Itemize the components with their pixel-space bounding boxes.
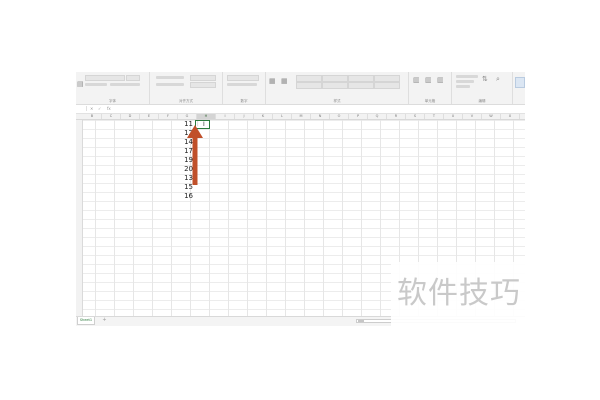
format-cells-icon[interactable]: ▥ bbox=[437, 76, 444, 84]
watermark: 软件技巧 bbox=[391, 262, 600, 326]
number-format-buttons[interactable] bbox=[227, 83, 257, 86]
delete-cells-icon[interactable]: ▥ bbox=[425, 76, 432, 84]
name-box[interactable] bbox=[79, 106, 87, 111]
column-header-n[interactable]: N bbox=[311, 114, 330, 119]
sensitivity-button[interactable] bbox=[515, 77, 525, 88]
column-header-t[interactable]: T bbox=[425, 114, 444, 119]
column-header-g[interactable]: G bbox=[178, 114, 197, 119]
ribbon-group-number-label: 数字 bbox=[240, 99, 248, 103]
conditional-formatting-icon[interactable]: ▦ bbox=[269, 77, 276, 85]
cancel-icon[interactable]: ✕ bbox=[90, 106, 93, 111]
ribbon-group-font: ▤ 字体 bbox=[76, 72, 150, 104]
ribbon-group-number: 数字 bbox=[223, 72, 266, 104]
watermark-text: 软件技巧 bbox=[397, 276, 521, 311]
red-arrow-icon bbox=[187, 125, 203, 185]
autosum-button[interactable] bbox=[456, 75, 478, 78]
cell-style-good[interactable] bbox=[348, 75, 374, 82]
ribbon: ▤ 字体 对齐方式 数字 ▦ ▦ 样式 ▥ ▥ ▥ 单元格 ⇅ ⌕ 编辑 bbox=[76, 72, 525, 105]
format-as-table-icon[interactable]: ▦ bbox=[281, 77, 288, 85]
column-header-c[interactable]: C bbox=[102, 114, 121, 119]
merge-center-button[interactable] bbox=[190, 82, 216, 88]
formula-input[interactable] bbox=[120, 106, 518, 111]
row-header bbox=[76, 120, 83, 316]
ribbon-group-styles-label: 样式 bbox=[333, 99, 341, 103]
ribbon-group-font-label: 字体 bbox=[109, 99, 116, 103]
sheet-tab-sheet1[interactable]: Sheet1 bbox=[77, 317, 95, 325]
clear-button[interactable] bbox=[456, 85, 470, 88]
sort-filter-icon[interactable]: ⇅ bbox=[482, 75, 488, 83]
column-header-j[interactable]: J bbox=[235, 114, 254, 119]
cell-style-input[interactable] bbox=[374, 82, 400, 89]
column-header-r[interactable]: R bbox=[387, 114, 406, 119]
column-header-x[interactable]: X bbox=[501, 114, 520, 119]
column-header-p[interactable]: P bbox=[349, 114, 368, 119]
cell-style-normal[interactable] bbox=[296, 75, 322, 82]
arrow-head bbox=[187, 125, 203, 138]
vertical-align-buttons[interactable] bbox=[156, 76, 184, 79]
column-header-i[interactable]: I bbox=[216, 114, 235, 119]
ribbon-group-alignment: 对齐方式 bbox=[150, 72, 223, 104]
column-header-k[interactable]: K bbox=[254, 114, 273, 119]
horizontal-align-buttons[interactable] bbox=[156, 83, 184, 86]
column-header-u[interactable]: U bbox=[444, 114, 463, 119]
wrap-text-button[interactable] bbox=[190, 75, 216, 81]
column-header-w[interactable]: W bbox=[482, 114, 501, 119]
column-header-o[interactable]: O bbox=[330, 114, 349, 119]
cell-style-check[interactable] bbox=[322, 82, 348, 89]
cell-value[interactable]: 16 bbox=[179, 192, 194, 201]
column-header-l[interactable]: L bbox=[273, 114, 292, 119]
fill-button[interactable] bbox=[456, 80, 474, 83]
font-style-buttons[interactable] bbox=[85, 83, 107, 86]
ribbon-group-editing: ⇅ ⌕ 编辑 bbox=[452, 72, 513, 104]
ribbon-group-editing-label: 编辑 bbox=[478, 99, 486, 103]
ribbon-group-cells: ▥ ▥ ▥ 单元格 bbox=[409, 72, 452, 104]
font-size-dropdown[interactable] bbox=[126, 75, 140, 81]
font-color-buttons[interactable] bbox=[110, 83, 140, 86]
ribbon-group-styles: ▦ ▦ 样式 bbox=[266, 72, 409, 104]
insert-function-icon[interactable]: fx bbox=[107, 106, 111, 111]
arrow-shaft bbox=[192, 135, 198, 185]
column-header-f[interactable]: F bbox=[159, 114, 178, 119]
ribbon-group-alignment-label: 对齐方式 bbox=[179, 99, 193, 103]
cell-style-bad[interactable] bbox=[322, 75, 348, 82]
column-header-m[interactable]: M bbox=[292, 114, 311, 119]
ribbon-group-cells-label: 单元格 bbox=[424, 99, 436, 103]
paste-icon[interactable]: ▤ bbox=[77, 80, 84, 88]
column-header-b[interactable]: B bbox=[83, 114, 102, 119]
page: ▤ 字体 对齐方式 数字 ▦ ▦ 样式 ▥ ▥ ▥ 单元格 ⇅ ⌕ 编辑 ✕ ✓… bbox=[0, 0, 600, 400]
cell-style-calculation[interactable] bbox=[296, 82, 322, 89]
find-select-icon[interactable]: ⌕ bbox=[496, 75, 500, 83]
column-header-s[interactable]: S bbox=[406, 114, 425, 119]
column-header-q[interactable]: Q bbox=[368, 114, 387, 119]
column-header-h[interactable]: H bbox=[197, 114, 216, 119]
column-header-e[interactable]: E bbox=[140, 114, 159, 119]
add-sheet-button[interactable]: + bbox=[101, 317, 108, 324]
formula-bar: ✕ ✓ fx bbox=[76, 105, 525, 114]
cell-style-neutral[interactable] bbox=[374, 75, 400, 82]
insert-cells-icon[interactable]: ▥ bbox=[413, 76, 420, 84]
column-header-d[interactable]: D bbox=[121, 114, 140, 119]
horizontal-scrollbar-thumb[interactable] bbox=[358, 320, 364, 322]
cell-style-explanatory[interactable] bbox=[348, 82, 374, 89]
enter-icon[interactable]: ✓ bbox=[98, 106, 101, 111]
font-name-dropdown[interactable] bbox=[85, 75, 125, 81]
number-format-dropdown[interactable] bbox=[227, 75, 259, 81]
column-header-v[interactable]: V bbox=[463, 114, 482, 119]
